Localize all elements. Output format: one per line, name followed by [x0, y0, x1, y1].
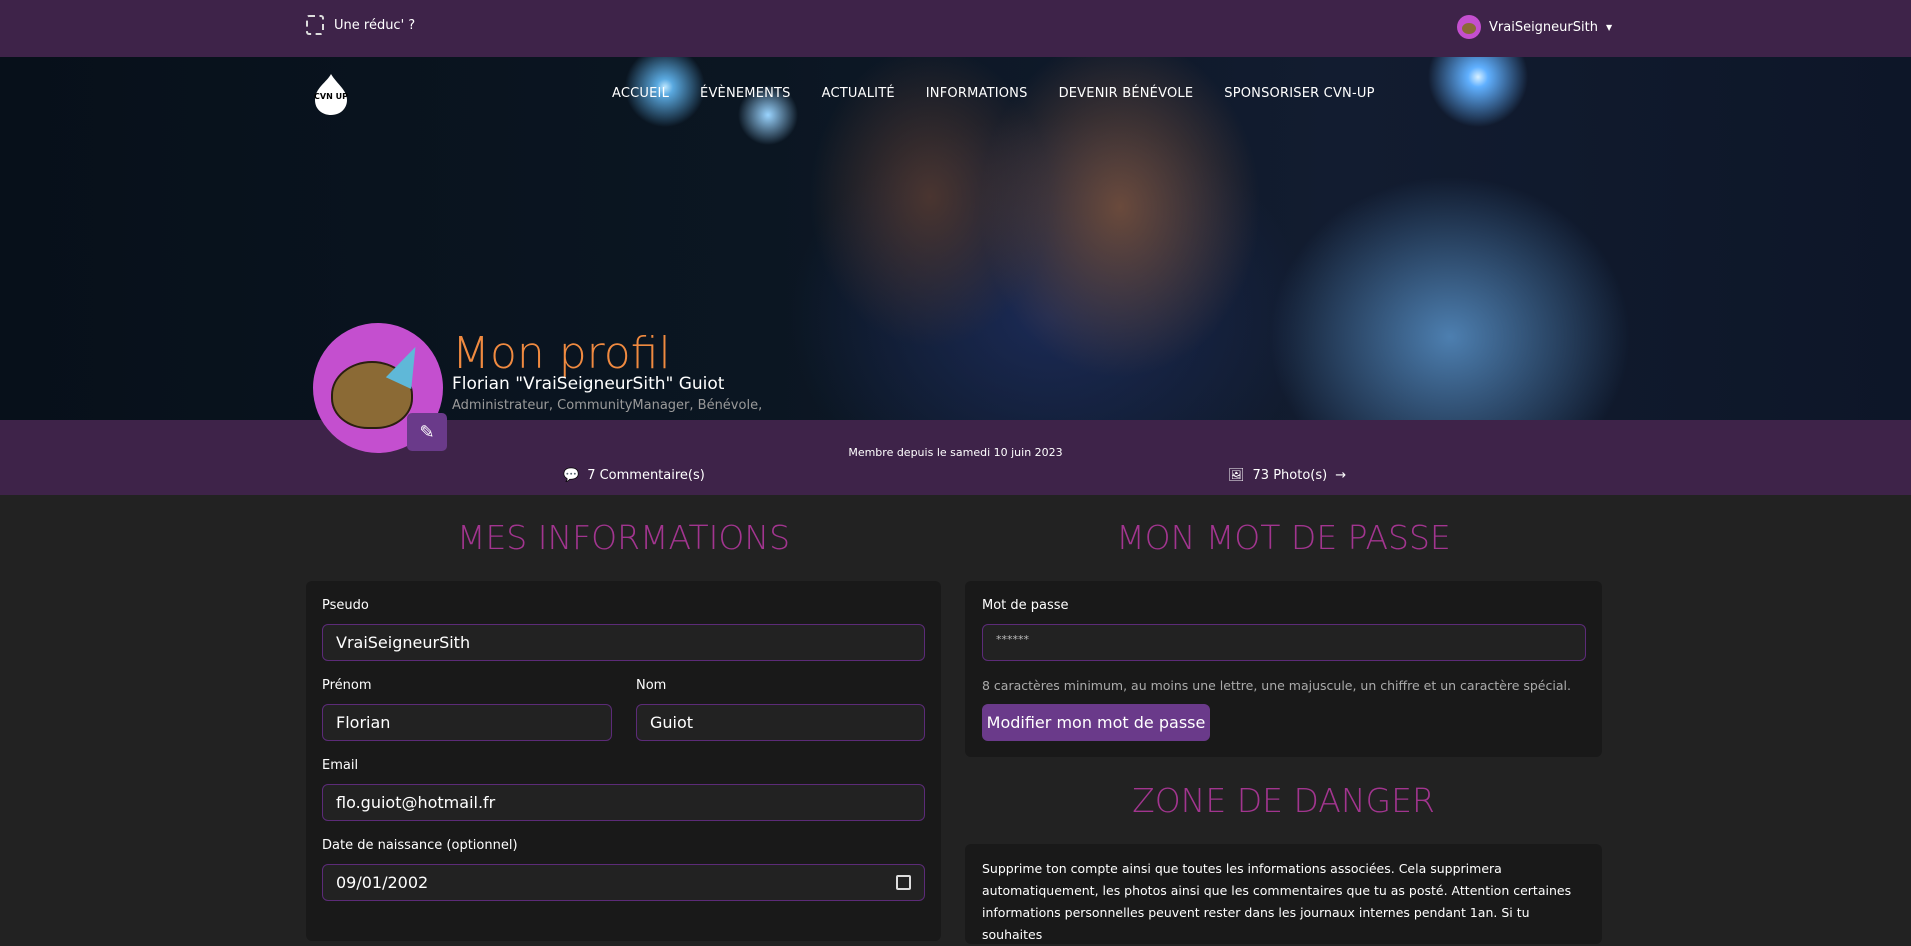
- qr-code-icon: [306, 15, 324, 35]
- nav-sponsoriser[interactable]: SPONSORISER CVN-UP: [1224, 86, 1374, 101]
- danger-heading: ZONE DE DANGER: [1132, 781, 1435, 820]
- email-label: Email: [322, 758, 359, 773]
- comments-icon: 💬: [563, 468, 580, 483]
- pseudo-input[interactable]: VraiSeigneurSith: [322, 624, 925, 661]
- pencil-icon: ✎: [419, 421, 435, 443]
- caret-down-icon: ▼: [1605, 22, 1613, 32]
- danger-text: Supprime ton compte ainsi que toutes les…: [982, 861, 1572, 942]
- nav-evenements[interactable]: ÉVÈNEMENTS: [700, 86, 791, 101]
- password-input[interactable]: ******: [982, 624, 1586, 661]
- dob-label: Date de naissance (optionnel): [322, 838, 518, 853]
- pseudo-value: VraiSeigneurSith: [336, 633, 471, 652]
- prenom-input[interactable]: Florian: [322, 704, 612, 741]
- nom-input[interactable]: Guiot: [636, 704, 925, 741]
- nav-devenir-benevole[interactable]: DEVENIR BÉNÉVOLE: [1059, 86, 1194, 101]
- promo-label: Une réduc' ?: [334, 17, 416, 33]
- user-menu[interactable]: VraiSeigneurSith ▼: [1457, 15, 1612, 39]
- dob-input[interactable]: 09/01/2002: [322, 864, 925, 901]
- dob-value: 09/01/2002: [336, 873, 429, 892]
- nav-informations[interactable]: INFORMATIONS: [926, 86, 1028, 101]
- change-password-button[interactable]: Modifier mon mot de passe: [982, 704, 1210, 741]
- password-heading: MON MOT DE PASSE: [1116, 518, 1451, 557]
- cvn-up-logo[interactable]: CVN UP: [309, 72, 353, 116]
- user-avatar: [1457, 15, 1481, 39]
- promo-link[interactable]: Une réduc' ?: [306, 15, 415, 35]
- profile-roles: Administrateur, CommunityManager, Bénévo…: [452, 398, 763, 413]
- username: VraiSeigneurSith: [1489, 19, 1598, 35]
- nom-label: Nom: [636, 678, 667, 693]
- password-help: 8 caractères minimum, au moins une lettr…: [982, 678, 1571, 693]
- photos-count: 73 Photo(s): [1252, 468, 1328, 483]
- email-value: flo.guiot@hotmail.fr: [336, 793, 496, 812]
- prenom-label: Prénom: [322, 678, 372, 693]
- pseudo-label: Pseudo: [322, 598, 369, 613]
- password-label: Mot de passe: [982, 598, 1069, 613]
- photos-icon: 🖼: [1228, 468, 1245, 483]
- member-since: Membre depuis le samedi 10 juin 2023: [848, 446, 1063, 459]
- prenom-value: Florian: [336, 713, 391, 732]
- calendar-icon[interactable]: [896, 875, 911, 890]
- arrow-right-icon: →: [1335, 468, 1347, 483]
- nom-value: Guiot: [650, 713, 694, 732]
- photos-link[interactable]: 🖼 73 Photo(s) →: [1228, 468, 1346, 483]
- nav-accueil[interactable]: ACCUEIL: [612, 86, 669, 101]
- svg-text:CVN UP: CVN UP: [314, 92, 348, 101]
- hero-banner: CVN UP ACCUEIL ÉVÈNEMENTS ACTUALITÉ INFO…: [0, 57, 1911, 420]
- email-input[interactable]: flo.guiot@hotmail.fr: [322, 784, 925, 821]
- profile-name: Florian "VraiSeigneurSith" Guiot: [452, 374, 725, 394]
- top-bar: Une réduc' ? VraiSeigneurSith ▼: [0, 0, 1911, 57]
- nav-actualite[interactable]: ACTUALITÉ: [822, 86, 895, 101]
- comments-link[interactable]: 💬 7 Commentaire(s): [563, 468, 705, 483]
- page-title: Mon profil: [452, 328, 671, 379]
- password-value: ******: [996, 633, 1029, 646]
- main-nav: ACCUEIL ÉVÈNEMENTS ACTUALITÉ INFORMATION…: [612, 86, 1375, 101]
- info-heading: MES INFORMATIONS: [456, 518, 791, 557]
- comments-count: 7 Commentaire(s): [587, 468, 705, 483]
